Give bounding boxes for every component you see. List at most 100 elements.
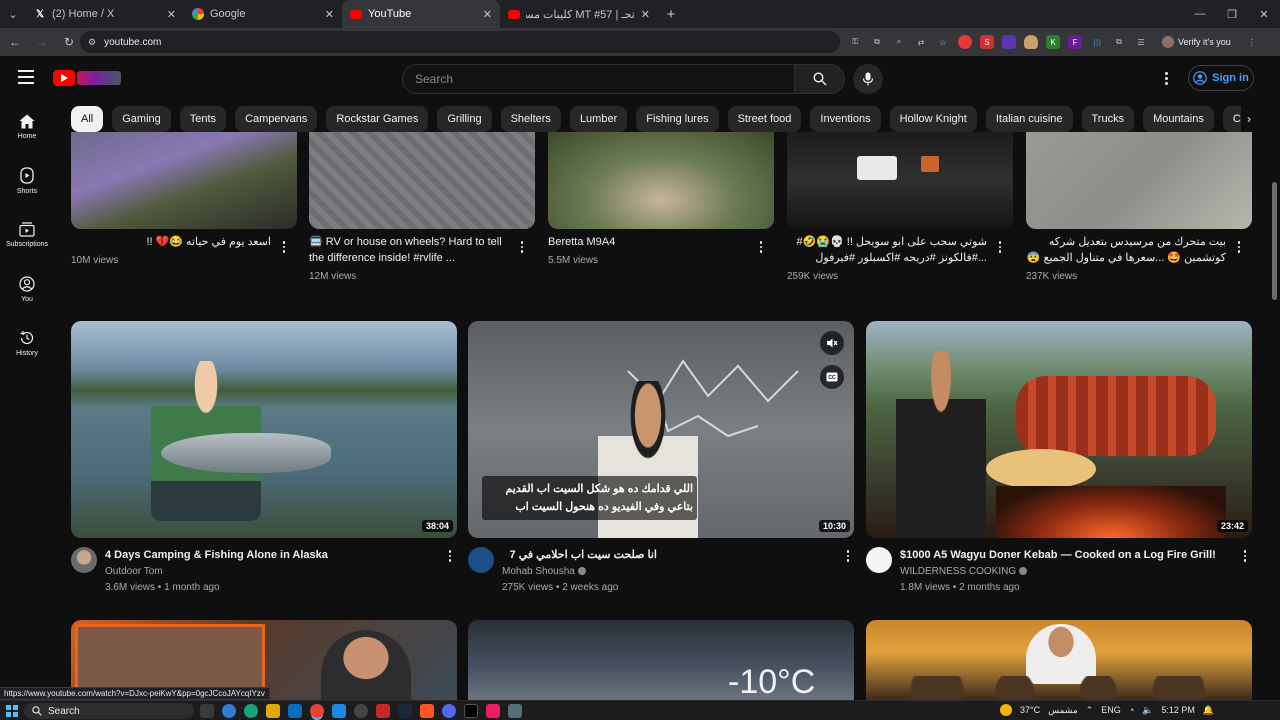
sign-in-button[interactable]: Sign in xyxy=(1188,65,1254,91)
wifi-icon[interactable]: ◔ xyxy=(1129,705,1134,715)
tray-overflow-icon[interactable]: ⌃ xyxy=(1086,705,1094,716)
video-title[interactable]: 🚍 RV or house on wheels? Hard to tell th… xyxy=(309,234,509,266)
extension-bottle-icon[interactable] xyxy=(1024,35,1038,49)
video-thumbnail[interactable] xyxy=(71,132,297,229)
chip-campervans[interactable]: Campervans xyxy=(235,106,318,132)
extension-red-icon[interactable] xyxy=(958,35,972,49)
chip-hollow-knight[interactable]: Hollow Knight xyxy=(889,106,977,132)
captions-button[interactable]: CC xyxy=(820,365,844,389)
extension-f-icon[interactable]: F xyxy=(1068,35,1082,49)
chip-all[interactable]: All xyxy=(71,106,104,132)
page-scrollbar[interactable] xyxy=(1272,182,1277,300)
tab-close-icon[interactable]: ✕ xyxy=(167,8,176,21)
reading-list-icon[interactable]: ☰ xyxy=(1134,35,1148,49)
chevron-right-icon[interactable]: › xyxy=(1240,106,1258,132)
edge-icon[interactable] xyxy=(244,704,258,718)
video-menu-icon[interactable] xyxy=(1234,240,1244,254)
video-menu-icon[interactable] xyxy=(756,240,766,254)
video-menu-icon[interactable] xyxy=(843,549,853,563)
extension-k-icon[interactable]: K xyxy=(1046,35,1060,49)
language-indicator[interactable]: ENG xyxy=(1101,705,1121,715)
chip-tents[interactable]: Tents xyxy=(179,106,227,132)
back-icon[interactable]: ← xyxy=(3,30,27,54)
sidebar-item-subscriptions[interactable]: Subscriptions xyxy=(0,208,54,262)
video-thumbnail[interactable] xyxy=(1026,132,1252,229)
app-orange-icon[interactable] xyxy=(420,704,434,718)
taskbar-search-box[interactable]: Search xyxy=(24,703,194,719)
video-thumbnail[interactable]: 38:04 xyxy=(71,321,457,538)
app-loop-icon[interactable] xyxy=(354,704,368,718)
voice-search-button[interactable] xyxy=(853,64,883,94)
browser-tab-youtube[interactable]: YouTube ✕ xyxy=(342,0,500,28)
video-title[interactable]: 4 Days Camping & Fishing Alone in Alaska xyxy=(105,547,435,563)
chip-fishing-lures[interactable]: Fishing lures xyxy=(636,106,719,132)
video-menu-icon[interactable] xyxy=(517,240,527,254)
video-thumbnail[interactable] xyxy=(548,132,774,229)
steam-icon[interactable] xyxy=(398,704,412,718)
volume-icon[interactable]: 🔈 xyxy=(1142,705,1153,716)
app-red-icon[interactable] xyxy=(376,704,390,718)
hamburger-menu-icon[interactable] xyxy=(18,70,34,84)
sidebar-item-shorts[interactable]: Shorts xyxy=(0,154,54,208)
chip-computer-hardware[interactable]: Computer Hardware xyxy=(1222,106,1241,132)
tab-close-icon[interactable]: ✕ xyxy=(325,8,334,21)
video-title[interactable]: انا صلحت سيت اب احلامي في 7 ايام 😵 xyxy=(502,547,657,563)
search-input[interactable] xyxy=(402,64,795,94)
translate-icon[interactable]: ⇄ xyxy=(914,35,928,49)
app-pink-icon[interactable] xyxy=(486,704,500,718)
chip-inventions[interactable]: Inventions xyxy=(810,106,881,132)
extension-shield-icon[interactable] xyxy=(1002,35,1016,49)
sidebar-item-history[interactable]: History xyxy=(0,316,54,370)
video-thumbnail[interactable]: 23:42 xyxy=(866,321,1252,538)
new-tab-button[interactable]: + xyxy=(658,6,684,23)
channel-name[interactable]: Outdoor Tom xyxy=(105,564,163,580)
windows-start-icon[interactable] xyxy=(6,705,18,717)
tab-search-menu-button[interactable]: ⌄ xyxy=(0,0,26,28)
close-window-icon[interactable]: ✕ xyxy=(1248,0,1280,28)
video-menu-icon[interactable] xyxy=(995,240,1005,254)
chip-grilling[interactable]: Grilling xyxy=(437,106,492,132)
video-thumbnail[interactable]: -10°C xyxy=(468,620,854,700)
video-thumbnail[interactable] xyxy=(309,132,535,229)
video-title[interactable]: $1000 A5 Wagyu Doner Kebab — Cooked on a… xyxy=(900,547,1230,563)
video-thumbnail[interactable] xyxy=(866,620,1252,700)
tiktok-icon[interactable] xyxy=(464,704,478,718)
tab-close-icon[interactable]: ✕ xyxy=(483,8,492,21)
chrome-icon[interactable] xyxy=(310,704,324,718)
chip-trucks[interactable]: Trucks xyxy=(1081,106,1135,132)
weather-temperature[interactable]: 37°C xyxy=(1020,705,1040,715)
extension-wave-icon[interactable]: ))) xyxy=(1090,35,1104,49)
browser-menu-icon[interactable]: ⋮ xyxy=(1245,35,1259,49)
youtube-logo[interactable] xyxy=(53,70,121,86)
minimize-icon[interactable]: — xyxy=(1184,0,1216,28)
restore-icon[interactable]: ❐ xyxy=(1216,0,1248,28)
chip-shelters[interactable]: Shelters xyxy=(500,106,561,132)
task-view-icon[interactable] xyxy=(200,704,214,718)
notifications-bell-icon[interactable]: 🔔 xyxy=(1203,705,1214,716)
browser-tab-x[interactable]: 𝕏 (2) Home / X ✕ xyxy=(26,0,184,28)
sidebar-item-you[interactable]: You xyxy=(0,262,54,316)
clock-time[interactable]: 5:12 PM xyxy=(1161,705,1195,715)
video-thumbnail[interactable] xyxy=(787,132,1013,229)
chip-rockstar-games[interactable]: Rockstar Games xyxy=(326,106,429,132)
chip-mountains[interactable]: Mountains xyxy=(1143,106,1214,132)
address-bar[interactable]: ⚙ youtube.com xyxy=(80,31,840,53)
bookmark-star-icon[interactable]: ☆ xyxy=(936,35,950,49)
channel-name[interactable]: WILDERNESS COOKING xyxy=(900,564,1028,580)
mute-button[interactable] xyxy=(820,331,844,355)
chip-lumber[interactable]: Lumber xyxy=(569,106,628,132)
channel-avatar[interactable] xyxy=(71,547,97,573)
channel-avatar[interactable] xyxy=(866,547,892,573)
tab-close-icon[interactable]: ✕ xyxy=(641,8,650,21)
install-app-icon[interactable]: ⧉ xyxy=(870,35,884,49)
profile-button[interactable]: Verify it's you xyxy=(1156,34,1237,50)
site-info-icon[interactable]: ⚙ xyxy=(88,37,96,48)
search-button[interactable] xyxy=(795,64,845,94)
browser-tab-video[interactable]: تحـ | MT #57 كليبات مستري تاون ✕ xyxy=(500,0,658,28)
zoom-icon[interactable]: ⌕ xyxy=(892,35,906,49)
extensions-puzzle-icon[interactable]: ⧉ xyxy=(1112,35,1126,49)
password-key-icon[interactable]: ⚿ xyxy=(848,35,862,49)
video-menu-icon[interactable] xyxy=(445,549,455,563)
forward-icon[interactable]: → xyxy=(30,30,54,54)
outlook-icon[interactable] xyxy=(332,704,346,718)
